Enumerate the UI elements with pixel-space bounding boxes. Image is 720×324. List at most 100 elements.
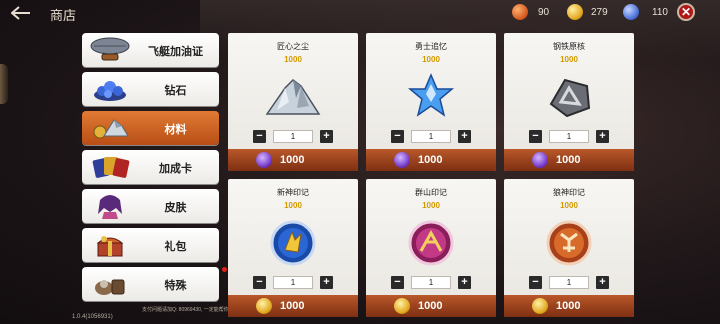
- buy-button[interactable]: 1000: [504, 149, 634, 171]
- category-sidebar: 飞艇加油证 钻石 材料 加成卡 皮肤 礼包 特殊: [82, 33, 227, 306]
- back-arrow-icon: [11, 6, 30, 20]
- shop-item-card: 钢铁原核 1000 − 1 + 1000: [504, 33, 634, 171]
- blue-star-crystal-icon: [401, 69, 461, 125]
- orange-gem-amount: 90: [538, 6, 550, 18]
- orange-gem-icon: [512, 4, 528, 20]
- buy-button[interactable]: 1000: [228, 295, 358, 317]
- top-bar: 商店 90 279 110 ✕: [0, 0, 720, 26]
- quantity-field[interactable]: 1: [549, 276, 589, 289]
- buy-button[interactable]: 1000: [366, 149, 496, 171]
- decrease-button[interactable]: −: [529, 130, 542, 143]
- steel-core-icon: [539, 69, 599, 125]
- item-name: 狼神印记: [553, 188, 585, 197]
- support-notice: 支付问题请加Q: 80969430, 一定能帮你解决: [142, 307, 239, 313]
- quantity-stepper: − 1 +: [253, 130, 333, 144]
- shop-item-card: 新神印记 1000 − 1 + 1000: [228, 179, 358, 317]
- notification-badge: [222, 267, 227, 272]
- quantity-stepper: − 1 +: [529, 130, 609, 144]
- decrease-button[interactable]: −: [253, 130, 266, 143]
- increase-button[interactable]: +: [596, 276, 609, 289]
- quantity-stepper: − 1 +: [253, 276, 333, 290]
- bonus-card-icon: [88, 152, 132, 182]
- quantity-stepper: − 1 +: [529, 276, 609, 290]
- tab-airship-fuel[interactable]: 飞艇加油证: [82, 33, 219, 67]
- blue-crystal-icon: [623, 4, 639, 20]
- buy-cost: 1000: [280, 300, 305, 312]
- shop-item-card: 勇士追忆 1000 − 1 + 1000: [366, 33, 496, 171]
- tab-diamonds[interactable]: 钻石: [82, 72, 219, 106]
- shop-item-card: 群山印记 1000 − 1 + 1000: [366, 179, 496, 317]
- item-price: 1000: [560, 55, 578, 64]
- buy-cost: 1000: [280, 154, 305, 166]
- back-button[interactable]: [6, 4, 36, 22]
- buy-cost: 1000: [418, 300, 443, 312]
- shop-item-card: 狼神印记 1000 − 1 + 1000: [504, 179, 634, 317]
- buy-cost: 1000: [556, 300, 581, 312]
- quantity-stepper: − 1 +: [391, 130, 471, 144]
- buy-button[interactable]: 1000: [228, 149, 358, 171]
- quantity-field[interactable]: 1: [411, 276, 451, 289]
- decrease-button[interactable]: −: [529, 276, 542, 289]
- increase-button[interactable]: +: [320, 276, 333, 289]
- tab-label: 飞艇加油证: [148, 46, 203, 58]
- shop-item-card: 匠心之尘 1000 − 1 + 1000: [228, 33, 358, 171]
- item-name: 匠心之尘: [277, 42, 309, 51]
- dust-pile-icon: [263, 69, 323, 125]
- gold-coin-icon: [532, 298, 548, 314]
- gift-chest-icon: [88, 230, 132, 260]
- tab-label: 特殊: [164, 280, 187, 292]
- buy-cost: 1000: [556, 154, 581, 166]
- increase-button[interactable]: +: [458, 276, 471, 289]
- item-price: 1000: [422, 201, 440, 210]
- decrease-button[interactable]: −: [253, 276, 266, 289]
- gold-coin-icon: [256, 298, 272, 314]
- quantity-field[interactable]: 1: [411, 130, 451, 143]
- buy-button[interactable]: 1000: [504, 295, 634, 317]
- new-god-seal-icon: [263, 215, 323, 271]
- airship-icon: [88, 35, 132, 65]
- increase-button[interactable]: +: [320, 130, 333, 143]
- tab-label: 材料: [164, 124, 187, 136]
- item-price: 1000: [560, 201, 578, 210]
- blue-crystal-amount: 110: [652, 6, 668, 18]
- currency-orange-gem: 90: [512, 4, 549, 20]
- purple-crystal-icon: [256, 152, 272, 168]
- purple-crystal-icon: [394, 152, 410, 168]
- purple-crystal-icon: [532, 152, 548, 168]
- gold-coin-amount: 279: [591, 6, 608, 18]
- quantity-field[interactable]: 1: [273, 276, 313, 289]
- quantity-field[interactable]: 1: [549, 130, 589, 143]
- currency-blue-crystal: 110: [623, 4, 668, 20]
- decrease-button[interactable]: −: [391, 130, 404, 143]
- tab-label: 礼包: [164, 241, 187, 253]
- quantity-stepper: − 1 +: [391, 276, 471, 290]
- item-name: 勇士追忆: [415, 42, 447, 51]
- version-text: 1.0.4(1056931): [72, 314, 113, 320]
- quantity-field[interactable]: 1: [273, 130, 313, 143]
- item-name: 新神印记: [277, 188, 309, 197]
- item-price: 1000: [284, 55, 302, 64]
- close-button[interactable]: ✕: [677, 3, 695, 21]
- decrease-button[interactable]: −: [391, 276, 404, 289]
- tab-skins[interactable]: 皮肤: [82, 189, 219, 223]
- increase-button[interactable]: +: [458, 130, 471, 143]
- item-grid: 匠心之尘 1000 − 1 + 1000 勇士追忆 1000 − 1 + 100…: [228, 33, 720, 323]
- increase-button[interactable]: +: [596, 130, 609, 143]
- special-icon: [88, 269, 132, 299]
- tab-special[interactable]: 特殊: [82, 267, 227, 301]
- close-icon: ✕: [680, 5, 692, 19]
- buy-cost: 1000: [418, 154, 443, 166]
- wolf-god-seal-icon: [539, 215, 599, 271]
- diamond-pile-icon: [88, 74, 132, 104]
- tab-label: 加成卡: [159, 163, 192, 175]
- buy-button[interactable]: 1000: [366, 295, 496, 317]
- tab-label: 钻石: [164, 85, 187, 97]
- page-title: 商店: [50, 8, 77, 23]
- item-price: 1000: [284, 201, 302, 210]
- tab-bonus-cards[interactable]: 加成卡: [82, 150, 219, 184]
- gold-coin-icon: [567, 4, 583, 20]
- tab-materials[interactable]: 材料: [82, 111, 219, 145]
- tab-gift-packs[interactable]: 礼包: [82, 228, 219, 262]
- tab-label: 皮肤: [164, 202, 187, 214]
- currency-gold-coin: 279: [567, 4, 608, 20]
